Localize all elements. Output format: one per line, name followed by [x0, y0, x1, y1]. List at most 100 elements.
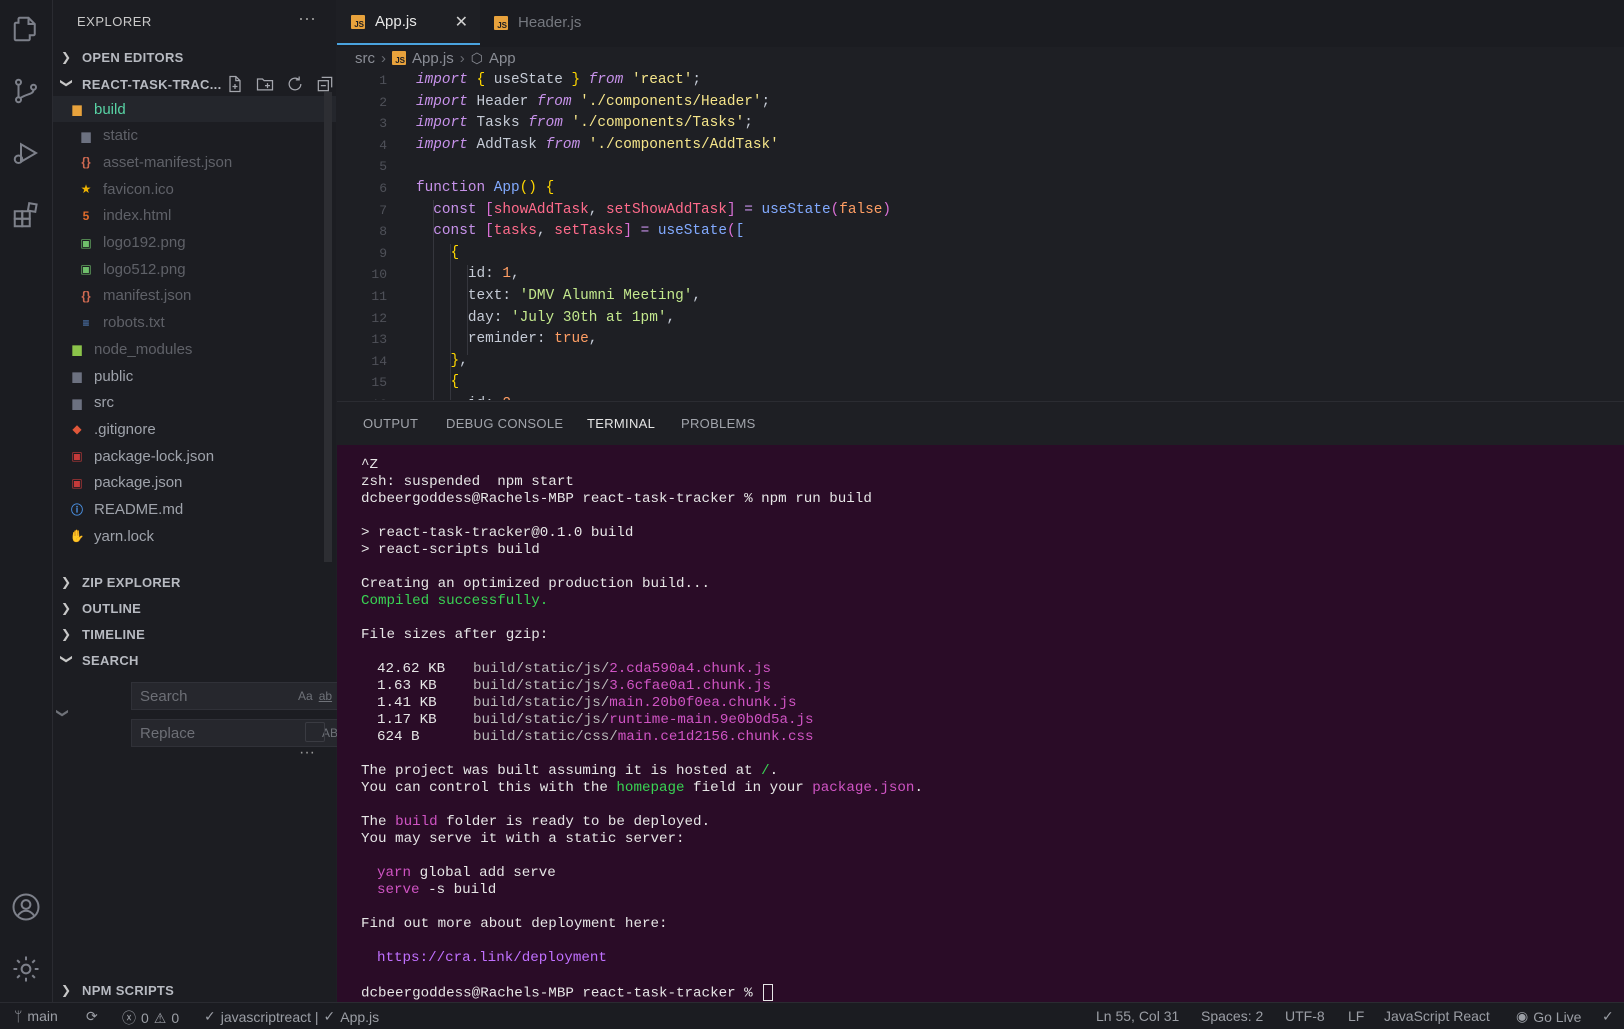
terminal[interactable]: ^Z zsh: suspended npm start dcbeergoddes…	[337, 445, 1624, 1002]
code-line: import AddTask from './components/AddTas…	[416, 136, 779, 153]
js-file-icon: JS	[351, 14, 365, 29]
text-segment: field in your	[684, 780, 813, 796]
json-icon: {}	[81, 155, 91, 170]
terminal-line: Compiled successfully.	[361, 593, 549, 609]
close-tab-icon[interactable]: ✕	[455, 12, 468, 32]
tree-item[interactable]: {} manifest.json	[53, 283, 345, 309]
source-control-icon[interactable]	[9, 74, 43, 108]
line-number: 1	[379, 73, 387, 88]
indentation[interactable]: Spaces: 2	[1201, 1008, 1263, 1024]
chevron-right-icon: ›	[381, 49, 386, 67]
lang-check-text: javascriptreact |	[220, 1008, 319, 1025]
zip-explorer-section[interactable]: ❯ ZIP EXPLORER	[53, 570, 336, 594]
code-line: import Header from './components/Header'…	[416, 93, 771, 110]
file-dir: build/static/js/	[473, 712, 610, 728]
tree-item[interactable]: {} asset-manifest.json	[53, 149, 345, 175]
sidebar-scrollbar[interactable]	[324, 92, 332, 562]
tab-header-js[interactable]: JS Header.js	[480, 0, 620, 45]
timeline-section[interactable]: ❯ TIMELINE	[53, 622, 336, 646]
tree-item[interactable]: ≡ robots.txt	[53, 310, 345, 336]
problems-indicator[interactable]: ⓧ 0 ⚠ 0	[122, 1008, 179, 1028]
tree-item[interactable]: ✋ yarn.lock	[53, 523, 336, 549]
line-number: 14	[371, 353, 387, 369]
html-icon: 5	[82, 208, 90, 223]
tree-item[interactable]: 5 index.html	[53, 203, 345, 229]
tab-app-js[interactable]: JS App.js ✕	[337, 0, 480, 45]
tree-item-label: package-lock.json	[94, 447, 215, 465]
tree-item[interactable]: ▆ static	[53, 123, 345, 149]
search-section[interactable]: ❯ SEARCH	[53, 648, 336, 672]
tree-item[interactable]: ▆ src	[53, 390, 336, 416]
go-live-button[interactable]: ◉ Go Live	[1516, 1008, 1581, 1025]
search-input[interactable]	[138, 686, 292, 706]
tree-item[interactable]: ▣ logo192.png	[53, 230, 345, 256]
tree-item[interactable]: ★ favicon.ico	[53, 176, 345, 202]
replace-all-icon[interactable]	[305, 722, 325, 742]
tree-item[interactable]: ◆ .gitignore	[53, 416, 336, 442]
chevron-down-icon: ❯	[60, 78, 74, 89]
sync-icon[interactable]: ⟳	[86, 1008, 98, 1025]
account-icon[interactable]	[9, 890, 43, 924]
tree-item-label: favicon.ico	[103, 180, 174, 198]
code-line: },	[450, 352, 468, 369]
breadcrumb-file[interactable]: App.js	[412, 50, 454, 67]
tree-item[interactable]: ▣ package.json	[53, 470, 336, 496]
toggle-replace-icon[interactable]: ❯	[56, 708, 70, 718]
folder-icon: ▆	[81, 128, 91, 143]
tree-item-label: .gitignore	[94, 420, 156, 438]
timeline-label: TIMELINE	[82, 626, 146, 642]
tab-problems[interactable]: PROBLEMS	[681, 416, 756, 431]
file-dir: build/static/css/	[473, 729, 618, 745]
tab-debug-console[interactable]: DEBUG CONSOLE	[446, 416, 563, 431]
tree-item[interactable]: ▆ build	[53, 96, 336, 122]
tree-item[interactable]: ▣ package-lock.json	[53, 443, 336, 469]
tree-item-label: logo192.png	[103, 234, 186, 251]
explorer-files-icon[interactable]	[9, 12, 43, 46]
open-editors-label: OPEN EDITORS	[82, 49, 184, 65]
tree-item[interactable]: ⓘ README.md	[53, 497, 336, 523]
cursor-position[interactable]: Ln 55, Col 31	[1096, 1008, 1179, 1024]
tree-item-label: logo512.png	[103, 260, 186, 278]
text-segment: .	[914, 780, 923, 796]
npm-scripts-section[interactable]: ❯ NPM SCRIPTS	[53, 978, 336, 1002]
code-line: {	[450, 244, 460, 261]
outline-section[interactable]: ❯ OUTLINE	[53, 596, 336, 620]
eslint-status[interactable]: ✓ javascriptreact | ✓ App.js	[204, 1008, 379, 1025]
tree-item[interactable]: ▣ logo512.png	[53, 256, 345, 282]
deployment-link[interactable]: https://cra.link/deployment	[377, 950, 607, 967]
language-mode[interactable]: JavaScript React	[1384, 1008, 1490, 1024]
terminal-line: ^Z	[361, 457, 379, 473]
breadcrumb-symbol[interactable]: App	[489, 50, 516, 67]
tab-terminal[interactable]: TERMINAL	[584, 416, 658, 447]
code-line: function App() {	[416, 180, 555, 196]
search-more-icon[interactable]: ···	[299, 744, 315, 762]
file-size: 42.62 KB	[377, 661, 446, 677]
code-line: id: 2	[416, 394, 511, 400]
replace-input[interactable]	[138, 723, 292, 743]
more-actions-icon[interactable]: ···	[298, 8, 316, 29]
notifications-icon[interactable]: ✓	[1602, 1008, 1614, 1025]
code-line: import { useState } from 'react';	[416, 72, 702, 88]
code-editor[interactable]: 1 import { useState } from 'react'; 2 impo…	[337, 70, 1624, 400]
tab-label: App.js	[375, 13, 417, 30]
match-word-toggle[interactable]: ab	[319, 689, 332, 703]
settings-gear-icon[interactable]	[9, 952, 43, 986]
terminal-line: File sizes after gzip:	[361, 627, 549, 643]
line-number: 3	[379, 116, 387, 132]
match-case-toggle[interactable]: Aa	[298, 689, 313, 703]
text-segment: -s build	[419, 882, 497, 898]
text-segment: yarn	[377, 865, 412, 881]
line-ending[interactable]: LF	[1348, 1008, 1364, 1024]
prompt-text: dcbeergoddess@Rachels-MBP react-task-tra…	[361, 985, 762, 1002]
file-name: runtime-main.9e0b0d5a.js	[609, 712, 814, 728]
open-editors-section[interactable]: ❯ OPEN EDITORS	[53, 45, 336, 69]
branch-indicator[interactable]: ᛘ main	[14, 1008, 58, 1024]
extensions-icon[interactable]	[9, 198, 43, 232]
run-debug-icon[interactable]	[9, 136, 43, 170]
tab-output[interactable]: OUTPUT	[363, 416, 418, 431]
tree-item[interactable]: ▆ node_modules	[53, 336, 336, 362]
encoding[interactable]: UTF-8	[1285, 1008, 1325, 1024]
panel-tabs: OUTPUT DEBUG CONSOLE TERMINAL PROBLEMS	[337, 401, 1624, 447]
breadcrumb-folder[interactable]: src	[355, 50, 375, 67]
tree-item[interactable]: ▆ public	[53, 363, 336, 389]
